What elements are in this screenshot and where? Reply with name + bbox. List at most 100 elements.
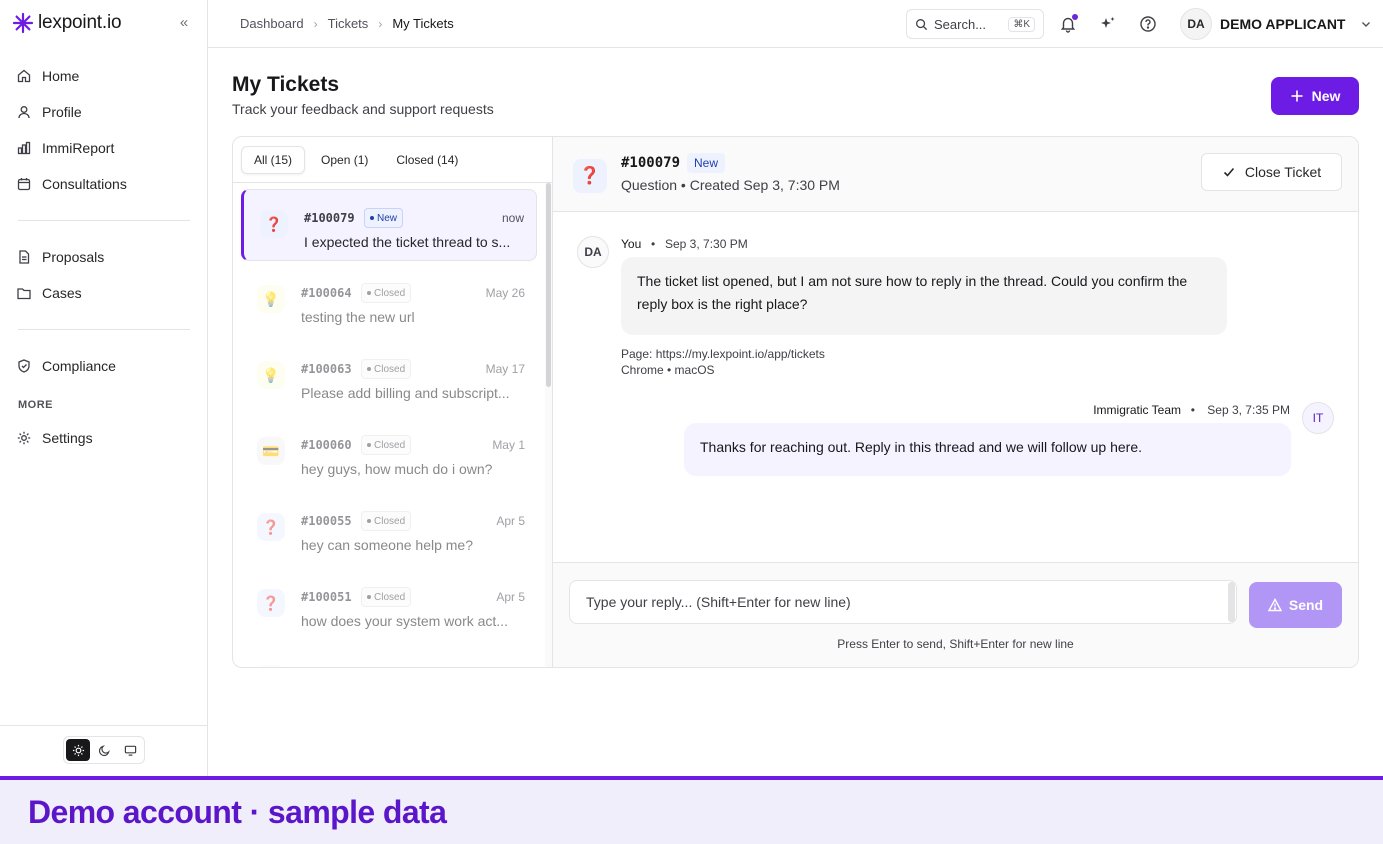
sidebar-item-consultations[interactable]: Consultations xyxy=(16,170,127,198)
sidebar-item-cases[interactable]: Cases xyxy=(16,279,82,307)
question-icon: ❓ xyxy=(257,589,285,617)
sidebar-divider xyxy=(18,220,190,221)
ticket-date: Apr 5 xyxy=(496,590,525,604)
status-label: Closed xyxy=(374,439,406,451)
theme-light-button[interactable] xyxy=(66,739,90,761)
sidebar-divider xyxy=(18,329,190,330)
tab-closed[interactable]: Closed (14) xyxy=(384,146,470,174)
monitor-icon xyxy=(124,745,136,756)
sidebar-item-immireport[interactable]: ImmiReport xyxy=(16,134,114,162)
send-label: Send xyxy=(1288,597,1324,613)
demo-banner: Demo account · sample data xyxy=(0,776,1383,844)
avatar: DA xyxy=(577,236,609,268)
scrollbar-thumb[interactable] xyxy=(546,183,551,387)
tab-all[interactable]: All (15) xyxy=(241,146,306,174)
brand-star-icon xyxy=(12,12,34,34)
status-label: Closed xyxy=(374,591,406,603)
chevron-right-icon: › xyxy=(378,16,383,31)
search-shortcut: ⌘K xyxy=(1008,16,1035,32)
ticket-preview: hey can someone help me? xyxy=(301,537,473,553)
user-menu[interactable]: DA DEMO APPLICANT xyxy=(1180,8,1373,40)
detail-ticket-id: #100079 xyxy=(621,155,681,171)
notifications-button[interactable] xyxy=(1058,14,1078,34)
sidebar-item-compliance[interactable]: Compliance xyxy=(16,352,116,380)
ticket-preview: I expected the ticket thread to s... xyxy=(304,234,511,250)
ticket-detail-header: ❓ #100079 New Question • Created Sep 3, … xyxy=(553,137,1358,212)
sidebar-item-proposals[interactable]: Proposals xyxy=(16,243,104,271)
chevron-down-icon xyxy=(1362,22,1371,27)
ticket-item[interactable]: ❓ #100055 Closed Apr 5 hey can someone h… xyxy=(241,493,537,565)
tickets-card: All (15) Open (1) Closed (14) ❓ #100079 … xyxy=(232,136,1359,668)
ticket-id: #100079 xyxy=(304,211,355,225)
breadcrumb-dashboard[interactable]: Dashboard xyxy=(240,16,304,31)
status-badge: Closed xyxy=(361,283,412,303)
help-button[interactable] xyxy=(1138,14,1158,34)
ticket-item-partial[interactable] xyxy=(241,645,537,667)
ticket-date: Apr 5 xyxy=(496,514,525,528)
page-subtitle: Track your feedback and support requests xyxy=(232,101,494,117)
ticket-item[interactable]: 💡 #100063 Closed May 17 Please add billi… xyxy=(241,341,537,413)
theme-dark-button[interactable] xyxy=(92,739,116,761)
ticket-item[interactable]: 💳 #100060 Closed May 1 hey guys, how muc… xyxy=(241,417,537,489)
separator-dot: • xyxy=(651,237,656,251)
status-label: Closed xyxy=(374,363,406,375)
status-dot-icon xyxy=(370,216,374,220)
search-button[interactable]: Search... ⌘K xyxy=(906,9,1044,39)
sidebar-item-home[interactable]: Home xyxy=(16,62,79,90)
check-icon xyxy=(1223,167,1234,177)
tab-open[interactable]: Open (1) xyxy=(309,146,380,174)
ticket-id: #100051 xyxy=(301,590,352,604)
warning-triangle-icon xyxy=(1267,598,1282,612)
chart-icon xyxy=(17,141,31,155)
ticket-date: May 17 xyxy=(485,362,525,376)
ticket-item[interactable]: ❓ #100079 New now I expected the ticket … xyxy=(241,189,537,261)
status-dot-icon xyxy=(367,367,371,371)
ticket-list-scrollbar[interactable] xyxy=(545,183,552,667)
folder-icon xyxy=(17,288,31,300)
double-chevron-left-icon[interactable]: « xyxy=(176,14,192,32)
document-icon xyxy=(19,250,30,264)
message-page-url: Page: https://my.lexpoint.io/app/tickets xyxy=(621,347,825,361)
sidebar-item-profile[interactable]: Profile xyxy=(16,98,82,126)
reply-composer: Send Press Enter to send, Shift+Enter fo… xyxy=(553,562,1358,667)
message-bubble: Thanks for reaching out. Reply in this t… xyxy=(684,423,1291,476)
ticket-date: now xyxy=(501,211,524,225)
sidebar-item-label: Profile xyxy=(42,104,82,120)
avatar: IT xyxy=(1302,402,1334,434)
user-name: DEMO APPLICANT xyxy=(1220,16,1346,32)
message-time: Sep 3, 7:35 PM xyxy=(1207,403,1290,417)
ticket-id: #100060 xyxy=(301,438,352,452)
message-bubble: The ticket list opened, but I am not sur… xyxy=(621,257,1227,335)
chevron-right-icon: › xyxy=(313,16,318,31)
ticket-item[interactable]: 💡 #100064 Closed May 26 testing the new … xyxy=(241,265,537,337)
ticket-filter-tabs: All (15) Open (1) Closed (14) xyxy=(241,146,470,174)
sidebar-item-settings[interactable]: Settings xyxy=(16,424,93,452)
status-badge: Closed xyxy=(361,511,412,531)
new-ticket-button[interactable]: New xyxy=(1271,77,1359,115)
send-button[interactable]: Send xyxy=(1249,582,1342,628)
composer-hint: Press Enter to send, Shift+Enter for new… xyxy=(837,637,1074,651)
ticket-id: #100063 xyxy=(301,362,352,376)
ticket-preview: how does your system work act... xyxy=(301,613,508,629)
ticket-id: #100064 xyxy=(301,286,352,300)
status-dot-icon xyxy=(367,291,371,295)
ticket-item[interactable]: ❓ #100051 Closed Apr 5 how does your sys… xyxy=(241,569,537,641)
sun-icon xyxy=(72,744,84,756)
ticket-date: May 26 xyxy=(485,286,525,300)
question-icon: ❓ xyxy=(257,513,285,541)
close-ticket-label: Close Ticket xyxy=(1244,164,1322,180)
user-icon xyxy=(18,106,30,119)
page-title: My Tickets xyxy=(232,73,339,96)
brand-logo[interactable]: lexpoint.io xyxy=(12,12,122,34)
reply-input[interactable] xyxy=(569,580,1237,624)
demo-banner-text: Demo account · sample data xyxy=(28,794,447,830)
ticket-type-icon xyxy=(257,665,285,667)
ai-assistant-button[interactable] xyxy=(1098,14,1118,34)
lightbulb-icon: 💡 xyxy=(257,285,285,313)
breadcrumb-tickets[interactable]: Tickets xyxy=(328,16,369,31)
close-ticket-button[interactable]: Close Ticket xyxy=(1201,153,1342,191)
status-label: Closed xyxy=(374,287,406,299)
home-icon xyxy=(17,69,31,83)
theme-system-button[interactable] xyxy=(118,739,142,761)
sidebar-item-label: Home xyxy=(42,68,80,84)
